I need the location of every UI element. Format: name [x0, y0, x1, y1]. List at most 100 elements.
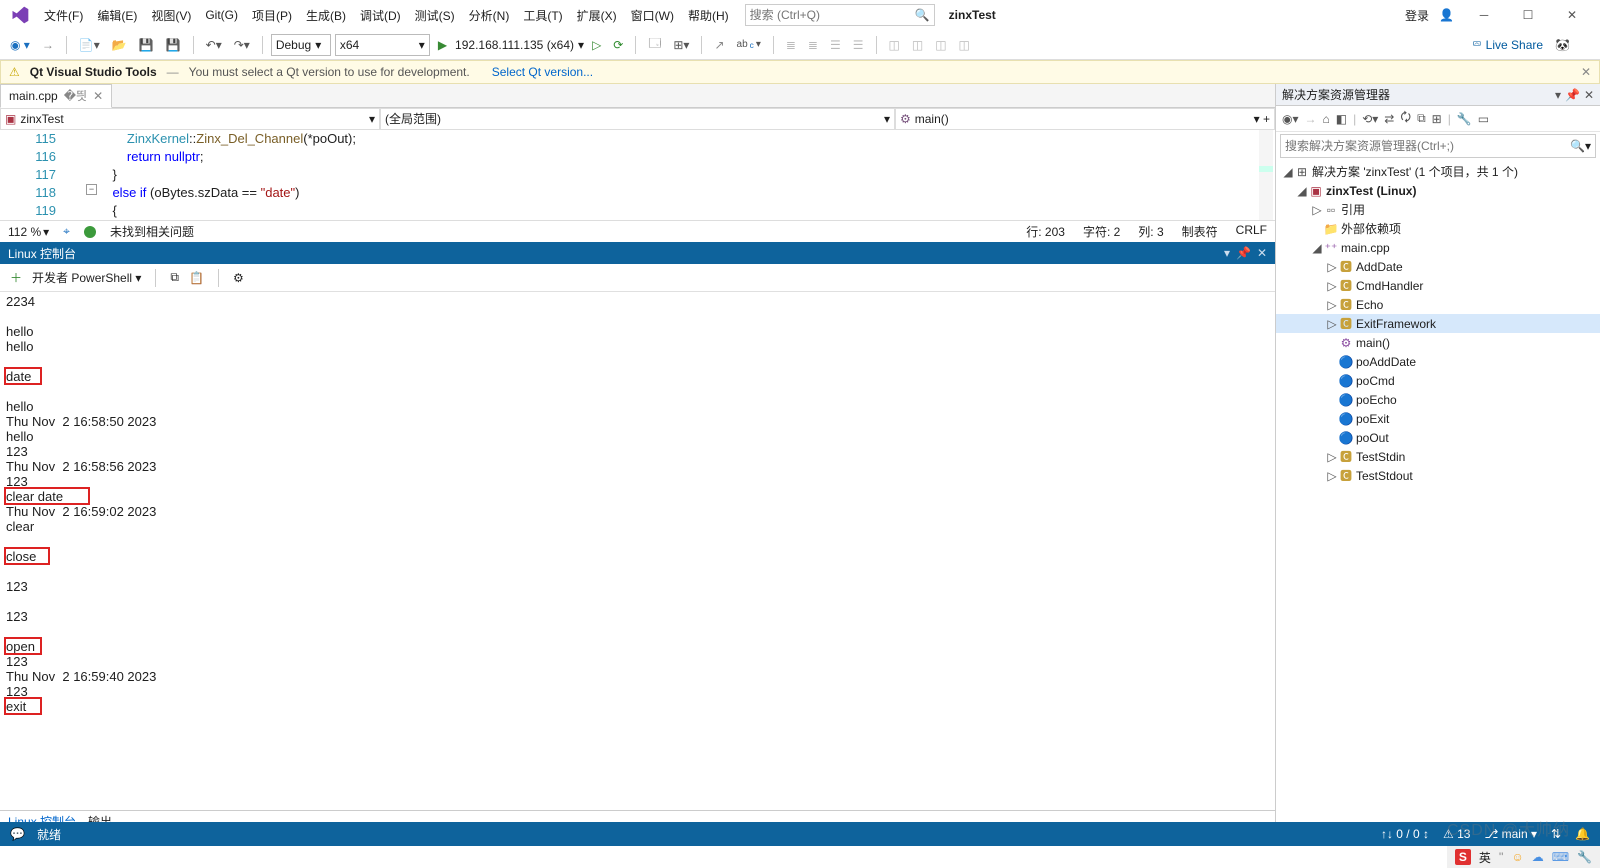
- issues-count[interactable]: ↑↓ 0 / 0 ↕: [1381, 827, 1429, 841]
- pin-icon[interactable]: �띗: [64, 87, 87, 104]
- code-editor[interactable]: 115116117118119 ZinxKernel::Zinx_Del_Cha…: [0, 130, 1275, 220]
- smile-icon[interactable]: ☺: [1511, 850, 1523, 864]
- solex-preview-icon[interactable]: ▭: [1478, 112, 1489, 126]
- tree-node[interactable]: ⚙main(): [1276, 333, 1600, 352]
- panel-pin-icon[interactable]: 📌: [1236, 246, 1251, 260]
- bookmark2[interactable]: ◫: [908, 36, 927, 54]
- fold-icon[interactable]: −: [86, 184, 97, 195]
- toolbox-button[interactable]: 🗔: [644, 32, 665, 57]
- maximize-button[interactable]: ☐: [1508, 2, 1548, 28]
- user-icon[interactable]: 👤: [1439, 8, 1454, 22]
- panel-close-icon[interactable]: ✕: [1257, 246, 1267, 260]
- solution-tree[interactable]: ◢⊞解决方案 'zinxTest' (1 个项目，共 1 个)◢▣zinxTes…: [1276, 160, 1600, 832]
- tree-node[interactable]: ▷🅲Echo: [1276, 295, 1600, 314]
- menu-edit[interactable]: 编辑(E): [91, 3, 143, 28]
- save-button[interactable]: 💾: [135, 36, 158, 54]
- solex-showall-icon[interactable]: ⧉: [1417, 111, 1426, 126]
- solex-scope-icon[interactable]: ◧: [1336, 112, 1347, 126]
- comment[interactable]: ☰: [826, 36, 845, 54]
- terminal-output[interactable]: 2234 hellohello date helloThu Nov 2 16:5…: [0, 292, 1275, 810]
- tree-node[interactable]: 🔵poEcho: [1276, 390, 1600, 409]
- login-link[interactable]: 登录: [1405, 7, 1429, 24]
- nav-member-combo[interactable]: ⚙ main()▾ +: [895, 108, 1275, 130]
- banner-close-icon[interactable]: ✕: [1581, 65, 1591, 79]
- open-button[interactable]: 📂: [108, 36, 131, 54]
- menu-debug[interactable]: 调试(D): [354, 3, 407, 28]
- save-all-button[interactable]: 💾: [162, 36, 185, 54]
- tree-node[interactable]: ◢⁺⁺main.cpp: [1276, 238, 1600, 257]
- tree-node[interactable]: ◢▣zinxTest (Linux): [1276, 181, 1600, 200]
- redo-button[interactable]: ↷▾: [230, 36, 254, 54]
- zoom-combo[interactable]: 112 %▾: [8, 225, 49, 239]
- live-share-button[interactable]: ⮹ Live Share 🐼: [1472, 37, 1570, 52]
- global-search-input[interactable]: [750, 8, 915, 22]
- devps-dropdown[interactable]: 开发者 PowerShell ▾: [32, 269, 141, 286]
- sync-icon[interactable]: ⇅: [1551, 827, 1561, 841]
- solex-options-icon[interactable]: ▾: [1555, 88, 1561, 102]
- warning-count[interactable]: ⚠ 13: [1443, 827, 1470, 841]
- solex-showall2-icon[interactable]: ⊞: [1432, 112, 1442, 126]
- menu-window[interactable]: 窗口(W): [625, 3, 680, 28]
- new-shell-button[interactable]: ＋: [10, 269, 22, 286]
- notify-icon[interactable]: 🔔: [1575, 827, 1590, 841]
- refresh-button[interactable]: ⟳: [609, 36, 627, 54]
- menu-file[interactable]: 文件(F): [38, 3, 89, 28]
- minimap[interactable]: [1259, 130, 1273, 220]
- tree-node[interactable]: 🔵poExit: [1276, 409, 1600, 428]
- config-combo[interactable]: Debug▾: [271, 34, 331, 56]
- branch-indicator[interactable]: ⎇ main ▾: [1484, 827, 1537, 841]
- nav-scope-combo[interactable]: ▣ zinxTest▾: [0, 108, 380, 130]
- tool-icon[interactable]: 🔧: [1577, 850, 1592, 864]
- solex-search-input[interactable]: [1285, 139, 1570, 153]
- nav-back-button[interactable]: ◉ ▾: [6, 36, 34, 54]
- solex-fwd[interactable]: →: [1305, 112, 1317, 126]
- solex-collapse-icon[interactable]: ⇄: [1384, 112, 1394, 126]
- bookmark3[interactable]: ◫: [931, 36, 950, 54]
- menu-tools[interactable]: 工具(T): [517, 3, 568, 28]
- menu-view[interactable]: 视图(V): [145, 3, 197, 28]
- solex-refresh-icon[interactable]: 🗘: [1400, 108, 1411, 129]
- banner-link[interactable]: Select Qt version...: [492, 65, 593, 79]
- panel-options-icon[interactable]: ▾: [1224, 246, 1230, 260]
- run-target[interactable]: 192.168.111.135 (x64)▾: [455, 38, 584, 52]
- ab-button[interactable]: abc▾: [733, 37, 765, 52]
- global-search[interactable]: 🔍: [745, 4, 935, 26]
- gear-icon[interactable]: ⚙: [233, 271, 244, 285]
- solex-sync-icon[interactable]: ⟲▾: [1362, 112, 1378, 126]
- cloud-icon[interactable]: ☁: [1532, 850, 1544, 864]
- tree-node[interactable]: ▷🅲ExitFramework: [1276, 314, 1600, 333]
- editor-tab-main[interactable]: main.cpp �띗 ✕: [0, 84, 112, 108]
- menu-build[interactable]: 生成(B): [300, 3, 352, 28]
- menu-analyze[interactable]: 分析(N): [463, 3, 516, 28]
- start-debug-button[interactable]: ▶: [434, 36, 451, 54]
- start-nodebug-button[interactable]: ▷: [588, 36, 605, 54]
- indent-more[interactable]: ≣: [804, 36, 822, 54]
- bookmark1[interactable]: ◫: [885, 36, 904, 54]
- code-text[interactable]: ZinxKernel::Zinx_Del_Channel(*poOut); re…: [98, 130, 356, 220]
- platform-combo[interactable]: x64▾: [335, 34, 430, 56]
- solex-back[interactable]: ◉▾: [1282, 112, 1299, 126]
- close-tab-icon[interactable]: ✕: [93, 89, 103, 103]
- menu-git[interactable]: Git(G): [199, 4, 244, 26]
- sogou-icon[interactable]: S: [1455, 849, 1471, 865]
- tree-node[interactable]: 🔵poAddDate: [1276, 352, 1600, 371]
- new-item-button[interactable]: 📄▾: [75, 36, 104, 54]
- tree-node[interactable]: 📁外部依赖项: [1276, 219, 1600, 238]
- tree-node[interactable]: 🔵poOut: [1276, 428, 1600, 447]
- bookmark4[interactable]: ◫: [955, 36, 974, 54]
- menu-extensions[interactable]: 扩展(X): [571, 3, 623, 28]
- tree-node[interactable]: ▷🅲TestStdout: [1276, 466, 1600, 485]
- menu-project[interactable]: 项目(P): [246, 3, 298, 28]
- solex-properties-icon[interactable]: 🔧: [1457, 112, 1472, 126]
- close-window-button[interactable]: ✕: [1552, 2, 1592, 28]
- minimize-button[interactable]: ─: [1464, 2, 1504, 28]
- menu-test[interactable]: 测试(S): [409, 3, 461, 28]
- menu-help[interactable]: 帮助(H): [682, 3, 735, 28]
- tree-node[interactable]: ◢⊞解决方案 'zinxTest' (1 个项目，共 1 个): [1276, 162, 1600, 181]
- tree-node[interactable]: 🔵poCmd: [1276, 371, 1600, 390]
- nav-center-combo[interactable]: (全局范围)▾: [380, 108, 895, 130]
- solex-title-bar[interactable]: 解决方案资源管理器 ▾📌✕: [1276, 84, 1600, 106]
- tree-node[interactable]: ▷🅲CmdHandler: [1276, 276, 1600, 295]
- keyboard-icon[interactable]: ⌨: [1552, 850, 1569, 864]
- solex-pin-icon[interactable]: 📌: [1565, 88, 1580, 102]
